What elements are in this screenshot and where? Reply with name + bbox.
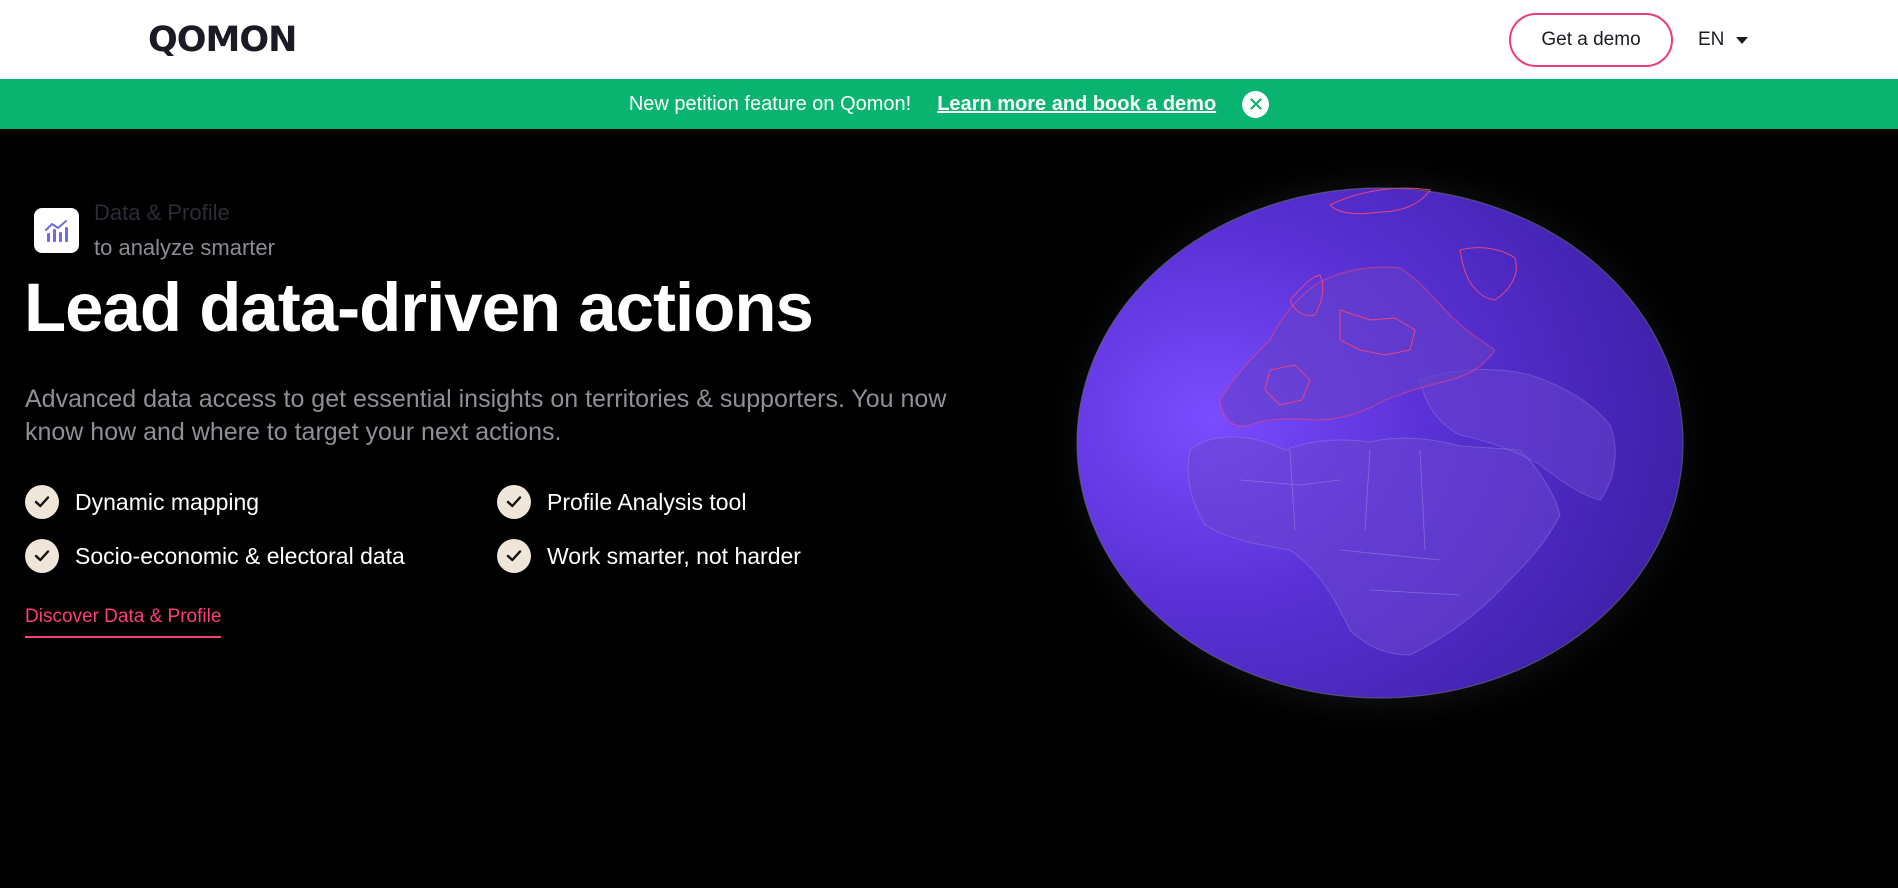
feature-item: Dynamic mapping bbox=[25, 485, 259, 519]
site-header: QOMON Get a demo EN bbox=[0, 0, 1898, 79]
feature-label: Profile Analysis tool bbox=[547, 488, 747, 515]
logo-text: QOMON bbox=[148, 19, 297, 60]
feature-label: Work smarter, not harder bbox=[547, 542, 801, 569]
qomon-logo[interactable]: QOMON bbox=[148, 19, 297, 60]
announcement-banner: New petition feature on Qomon! Learn mor… bbox=[0, 79, 1898, 129]
check-icon bbox=[25, 485, 59, 519]
feature-item: Profile Analysis tool bbox=[497, 485, 746, 519]
section-subtitle: to analyze smarter bbox=[94, 235, 275, 260]
hero-title: Lead data-driven actions bbox=[24, 269, 814, 346]
discover-link[interactable]: Discover Data & Profile bbox=[25, 606, 222, 638]
language-selector[interactable]: EN bbox=[1698, 26, 1749, 54]
feature-label: Socio-economic & electoral data bbox=[75, 542, 405, 569]
check-icon bbox=[497, 485, 531, 519]
chart-icon bbox=[34, 208, 79, 253]
section-eyebrow: Data & Profile bbox=[94, 200, 230, 225]
check-icon bbox=[497, 539, 531, 573]
feature-item: Socio-economic & electoral data bbox=[25, 539, 405, 573]
caret-down-icon bbox=[1736, 36, 1749, 44]
feature-item: Work smarter, not harder bbox=[497, 539, 801, 573]
banner-text: New petition feature on Qomon! bbox=[628, 92, 912, 115]
feature-label: Dynamic mapping bbox=[75, 488, 260, 515]
get-demo-button[interactable]: Get a demo bbox=[1509, 13, 1673, 67]
banner-link[interactable]: Learn more and book a demo bbox=[937, 93, 1216, 116]
close-icon[interactable] bbox=[1242, 90, 1270, 118]
check-icon bbox=[25, 539, 59, 573]
hero-description: Advanced data access to get essential in… bbox=[25, 385, 947, 446]
globe-icon bbox=[1040, 150, 1725, 730]
language-label: EN bbox=[1698, 29, 1725, 50]
